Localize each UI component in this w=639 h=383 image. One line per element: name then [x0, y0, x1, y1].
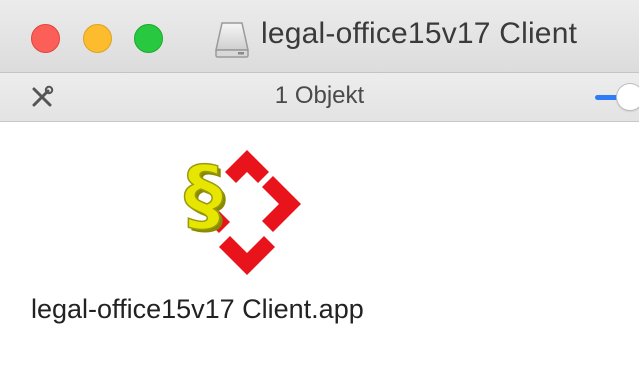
close-button[interactable]: [31, 24, 60, 53]
legal-office-app-icon[interactable]: § §: [178, 140, 308, 280]
status-bar: 1 Objekt: [0, 73, 639, 122]
file-name[interactable]: legal-office15v17 Client.app: [31, 294, 364, 325]
file-area: § § legal-office15v17 Client.app: [0, 122, 639, 383]
file-item[interactable]: § § legal-office15v17 Client.app: [20, 132, 480, 352]
maximize-button[interactable]: [134, 24, 163, 53]
disk-icon: [215, 22, 249, 58]
icon-size-slider[interactable]: [595, 83, 639, 111]
item-count: 1 Objekt: [274, 82, 365, 109]
svg-text:§: §: [184, 151, 223, 241]
title-bar[interactable]: legal-office15v17 Client: [0, 0, 639, 73]
slider-knob[interactable]: [617, 84, 639, 110]
minimize-button[interactable]: [83, 24, 112, 53]
finder-window: legal-office15v17 Client 1 Objekt § § le…: [0, 0, 639, 383]
window-title: legal-office15v17 Client: [261, 17, 578, 50]
